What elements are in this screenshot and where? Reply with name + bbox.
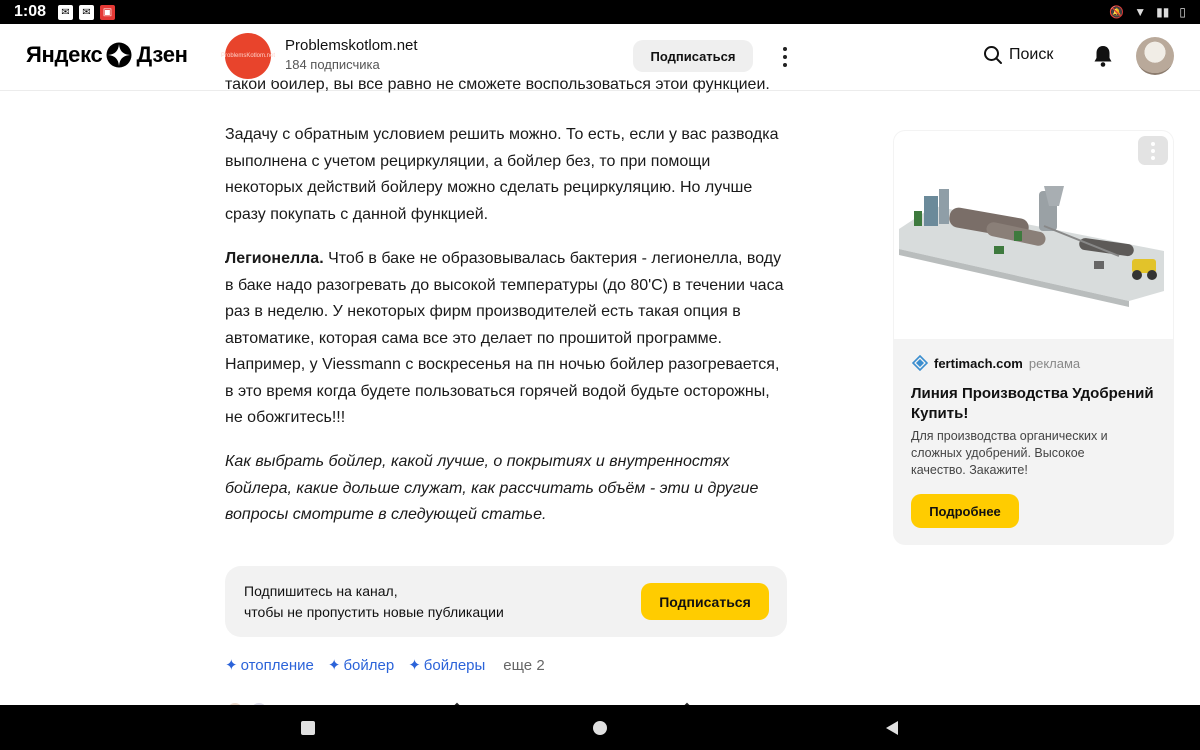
- yandex-zen-logo[interactable]: Яндекс Дзен: [26, 42, 188, 68]
- recents-icon: [301, 720, 315, 735]
- channel-subscribers: 184 подписчика: [285, 57, 380, 72]
- home-button[interactable]: [580, 705, 620, 750]
- logo-text-right: Дзен: [136, 42, 188, 67]
- wifi-icon: ▼: [1134, 5, 1147, 19]
- recents-button[interactable]: [288, 705, 328, 750]
- mute-icon: 🔕: [1109, 5, 1125, 19]
- ad-more-button[interactable]: Подробнее: [911, 494, 1019, 528]
- paragraph-heading: Легионелла.: [225, 250, 324, 267]
- tag-link[interactable]: ✦ бойлеры: [408, 656, 486, 675]
- tag-link[interactable]: ✦ бойлер: [327, 656, 395, 675]
- system-icons: 🔕 ▼ ▮▮ ▯: [1109, 5, 1186, 19]
- channel-avatar[interactable]: ProblemsKotlom.net: [221, 33, 275, 79]
- ad-image[interactable]: [894, 131, 1173, 339]
- subscribe-promo-block: Подпишитесь на канал, чтобы не пропустит…: [225, 566, 787, 637]
- advertiser-favicon-icon: [912, 355, 928, 371]
- sparkle-icon: ✦: [327, 657, 341, 674]
- android-nav-bar: [0, 705, 1200, 750]
- gmail-icon: ✉: [79, 4, 95, 20]
- subscribe-button-header[interactable]: Подписаться: [633, 40, 753, 72]
- article-paragraph-italic: Как выбрать бойлер, какой лучше, о покры…: [225, 453, 759, 523]
- signal-icon: ▮▮: [1156, 5, 1170, 19]
- article-paragraph: Легионелла. Чтоб в баке не образовывалас…: [225, 246, 785, 432]
- tag-label: отопление: [240, 656, 314, 674]
- ad-card[interactable]: fertimach.com реклама Линия Производства…: [893, 130, 1174, 545]
- tag-label: бойлер: [343, 656, 395, 674]
- battery-icon: ▯: [1179, 5, 1186, 19]
- notification-icons: ✉ ✉ ▣: [58, 4, 116, 20]
- ad-label: реклама: [1028, 355, 1081, 371]
- ad-menu-icon[interactable]: [1138, 136, 1168, 165]
- tag-label: бойлеры: [423, 656, 486, 674]
- ad-source: fertimach.com реклама: [912, 355, 1080, 371]
- app-notification-icon: ▣: [100, 4, 116, 20]
- sparkle-icon: ✦: [225, 657, 238, 674]
- ad-domain[interactable]: fertimach.com: [934, 356, 1023, 371]
- back-icon: [886, 720, 898, 735]
- clipped-text: такой бойлер, вы все равно не сможете во…: [225, 80, 770, 93]
- ad-description: Для производства органических и сложных …: [911, 429, 1108, 477]
- article-paragraph: Задачу с обратным условием решить можно.…: [225, 126, 779, 223]
- logo-text-left: Яндекс: [26, 42, 103, 67]
- partial-reactions-row: [225, 697, 785, 705]
- sparkle-icon: ✦: [408, 657, 421, 674]
- status-bar: 1:08 ✉ ✉ ▣ 🔕 ▼ ▮▮ ▯: [0, 0, 1200, 24]
- status-time: 1:08: [14, 3, 47, 20]
- user-avatar[interactable]: [1136, 37, 1174, 75]
- home-icon: [593, 720, 607, 735]
- back-button[interactable]: [872, 705, 912, 750]
- subscribe-promo-line-1: Подпишитесь на канал,: [244, 583, 398, 599]
- subscribe-button[interactable]: Подписаться: [641, 583, 769, 620]
- search-label: Поиск: [1009, 46, 1054, 63]
- tags-more-link[interactable]: еще 2: [503, 657, 544, 674]
- ad-title[interactable]: Линия Производства Удобрений Купить!: [911, 384, 1161, 423]
- channel-avatar-text: ProblemsKotlom.net: [220, 53, 276, 59]
- tag-link[interactable]: ✦ отопление: [225, 656, 314, 675]
- gmail-icon: ✉: [58, 4, 74, 20]
- tags-row: ✦ отопление ✦ бойлер ✦ бойлеры еще 2: [225, 656, 545, 675]
- channel-name[interactable]: Problemskotlom.net: [285, 37, 418, 54]
- zen-star-icon: [106, 42, 132, 68]
- subscribe-promo-text: Подпишитесь на канал, чтобы не пропустит…: [244, 581, 504, 623]
- clipped-text-line: такой бойлер, вы все равно не сможете во…: [225, 80, 770, 94]
- factory-illustration: [899, 186, 1164, 307]
- more-options-icon[interactable]: [775, 44, 795, 70]
- bell-icon[interactable]: [1092, 44, 1114, 68]
- search-button[interactable]: Поиск: [983, 45, 1053, 65]
- paragraph-text: Чтоб в баке не образовывалась бактерия -…: [225, 250, 784, 426]
- subscribe-promo-line-2: чтобы не пропустить новые публикации: [244, 604, 504, 620]
- search-icon: [984, 46, 1002, 64]
